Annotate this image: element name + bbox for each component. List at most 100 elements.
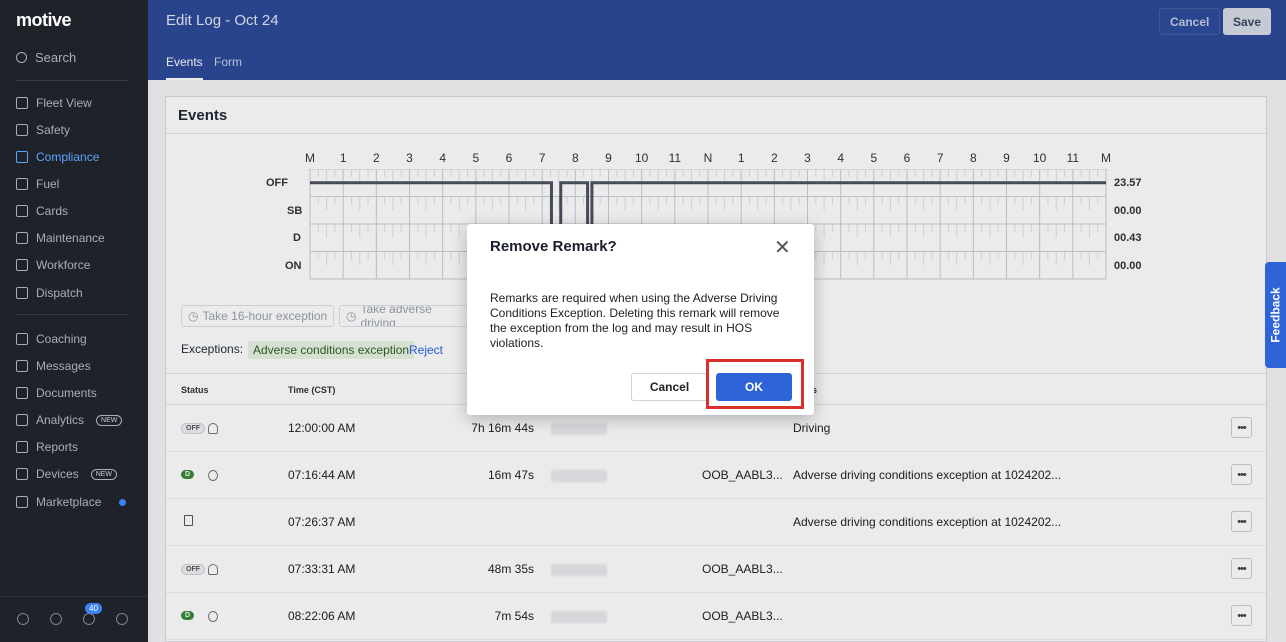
- row-time: 07:33:31 AM: [288, 562, 356, 576]
- button-label: Take 16-hour exception: [202, 309, 328, 323]
- row-more-button[interactable]: •••: [1231, 558, 1252, 579]
- row-ref: OOB_AABL3...: [702, 562, 783, 576]
- sidebar-item-label: Messages: [36, 359, 91, 373]
- sidebar-item-reports[interactable]: Reports: [16, 439, 78, 455]
- sidebar-item-label: Reports: [36, 440, 79, 454]
- row-more-button[interactable]: •••: [1231, 605, 1252, 626]
- sidebar-item-compliance[interactable]: Compliance: [16, 149, 99, 165]
- sidebar-item-label: Marketplace: [36, 495, 102, 509]
- table-row[interactable]: D 07:16:44 AM 16m 47s OOB_AABL3... Adver…: [166, 452, 1266, 499]
- hour-label: 9: [605, 151, 612, 165]
- exception-tag: Adverse conditions exception: [248, 341, 415, 359]
- tab-form[interactable]: Form: [214, 55, 242, 69]
- tab-events[interactable]: Events: [166, 55, 203, 80]
- feedback-tab[interactable]: Feedback: [1265, 262, 1286, 368]
- hour-label: N: [703, 151, 713, 165]
- dialog-cancel-button[interactable]: Cancel: [631, 373, 708, 401]
- sidebar-item-label: Devices: [36, 467, 79, 481]
- sidebar-item-documents[interactable]: Documents: [16, 385, 97, 401]
- row-more-button[interactable]: •••: [1231, 464, 1252, 485]
- status-badge: D: [181, 611, 195, 620]
- row-more-button[interactable]: •••: [1231, 417, 1252, 438]
- table-row[interactable]: 07:26:37 AM Adverse driving conditions e…: [166, 499, 1266, 546]
- row-notes: Adverse driving conditions exception at …: [793, 468, 1062, 482]
- help-icon[interactable]: [50, 613, 62, 625]
- person-icon: [208, 564, 218, 575]
- motive-logo[interactable]: motive: [16, 10, 72, 31]
- sidebar-item-maintenance[interactable]: Maintenance: [16, 230, 105, 246]
- reject-link[interactable]: Reject: [409, 343, 443, 357]
- sidebar-search[interactable]: Search: [16, 50, 76, 65]
- coaching-icon: [16, 333, 28, 345]
- highlight-annotation: [706, 359, 804, 409]
- row-total-off: 23.57: [1114, 177, 1142, 189]
- sidebar-footer: 40: [0, 596, 148, 642]
- devices-icon: [16, 468, 28, 480]
- row-total-sb: 00.00: [1114, 205, 1142, 217]
- row-total-d: 00.43: [1114, 232, 1142, 244]
- sidebar-item-label: Analytics: [36, 413, 85, 427]
- hour-label: 2: [372, 151, 380, 165]
- document-icon: [16, 387, 28, 399]
- hour-label: 6: [903, 151, 911, 165]
- row-time: 07:26:37 AM: [288, 515, 356, 529]
- panel-divider: [166, 133, 1266, 134]
- marketplace-icon: [16, 496, 28, 508]
- sidebar-item-marketplace[interactable]: Marketplace: [16, 494, 127, 510]
- remark-document-icon: [184, 515, 193, 526]
- take-adverse-driving-button[interactable]: ◷ Take adverse driving: [339, 305, 469, 327]
- take-16-hour-exception-button[interactable]: ◷ Take 16-hour exception: [181, 305, 335, 327]
- sidebar-item-label: Fuel: [36, 177, 60, 191]
- sidebar-item-cards[interactable]: Cards: [16, 203, 68, 219]
- card-icon: [16, 205, 28, 217]
- hour-label: M: [1101, 151, 1111, 165]
- sidebar-item-analytics[interactable]: Analytics NEW: [16, 412, 123, 428]
- bell-icon[interactable]: [83, 613, 95, 625]
- wrench-icon: [16, 232, 28, 244]
- hour-label: 7: [936, 151, 944, 165]
- row-time: 08:22:06 AM: [288, 609, 356, 623]
- steering-icon: [208, 470, 218, 481]
- row-duration: 48m 35s: [487, 562, 534, 576]
- header-cancel-button[interactable]: Cancel: [1159, 8, 1221, 35]
- sidebar-item-coaching[interactable]: Coaching: [16, 331, 87, 347]
- settings-icon[interactable]: [116, 613, 128, 625]
- hour-label: 11: [668, 151, 682, 165]
- row-label-d: D: [293, 232, 301, 244]
- clock-icon: ◷: [188, 309, 199, 323]
- row-label-sb: SB: [287, 205, 303, 217]
- hour-label: 10: [634, 151, 649, 165]
- sidebar-item-label: Fleet View: [36, 96, 92, 110]
- row-notes: Driving: [793, 421, 831, 435]
- chat-icon: [16, 360, 28, 372]
- sidebar-item-safety[interactable]: Safety: [16, 122, 70, 138]
- hour-label: 5: [870, 151, 878, 165]
- feedback-label: Feedback: [1268, 287, 1283, 343]
- notification-count: 40: [85, 603, 102, 614]
- hour-label: M: [305, 151, 315, 165]
- table-row[interactable]: OFF 07:33:31 AM 48m 35s OOB_AABL3... •••: [166, 546, 1266, 593]
- row-more-button[interactable]: •••: [1231, 511, 1252, 532]
- hour-label: 8: [571, 151, 579, 165]
- sidebar-item-dispatch[interactable]: Dispatch: [16, 285, 83, 301]
- hour-label: 5: [472, 151, 480, 165]
- new-badge: NEW: [90, 468, 118, 480]
- status-badge: OFF: [181, 423, 205, 434]
- status-badge: OFF: [181, 564, 205, 575]
- analytics-icon: [16, 414, 28, 426]
- sidebar-item-fuel[interactable]: Fuel: [16, 176, 59, 192]
- close-icon[interactable]: ✕: [774, 238, 791, 258]
- row-time: 07:16:44 AM: [288, 468, 356, 482]
- sidebar-item-label: Documents: [36, 386, 97, 400]
- sidebar-item-devices[interactable]: Devices NEW: [16, 466, 118, 482]
- fuel-icon: [16, 178, 28, 190]
- sidebar-item-workforce[interactable]: Workforce: [16, 257, 90, 273]
- search-label: Search: [35, 50, 77, 65]
- table-row[interactable]: D 08:22:06 AM 7m 54s OOB_AABL3... •••: [166, 593, 1266, 640]
- people-icon: [16, 259, 28, 271]
- header-save-button[interactable]: Save: [1223, 8, 1272, 35]
- sidebar-item-messages[interactable]: Messages: [16, 358, 91, 374]
- sidebar-item-fleet-view[interactable]: Fleet View: [16, 95, 92, 111]
- user-icon[interactable]: [17, 613, 29, 625]
- sidebar-item-label: Maintenance: [36, 231, 105, 245]
